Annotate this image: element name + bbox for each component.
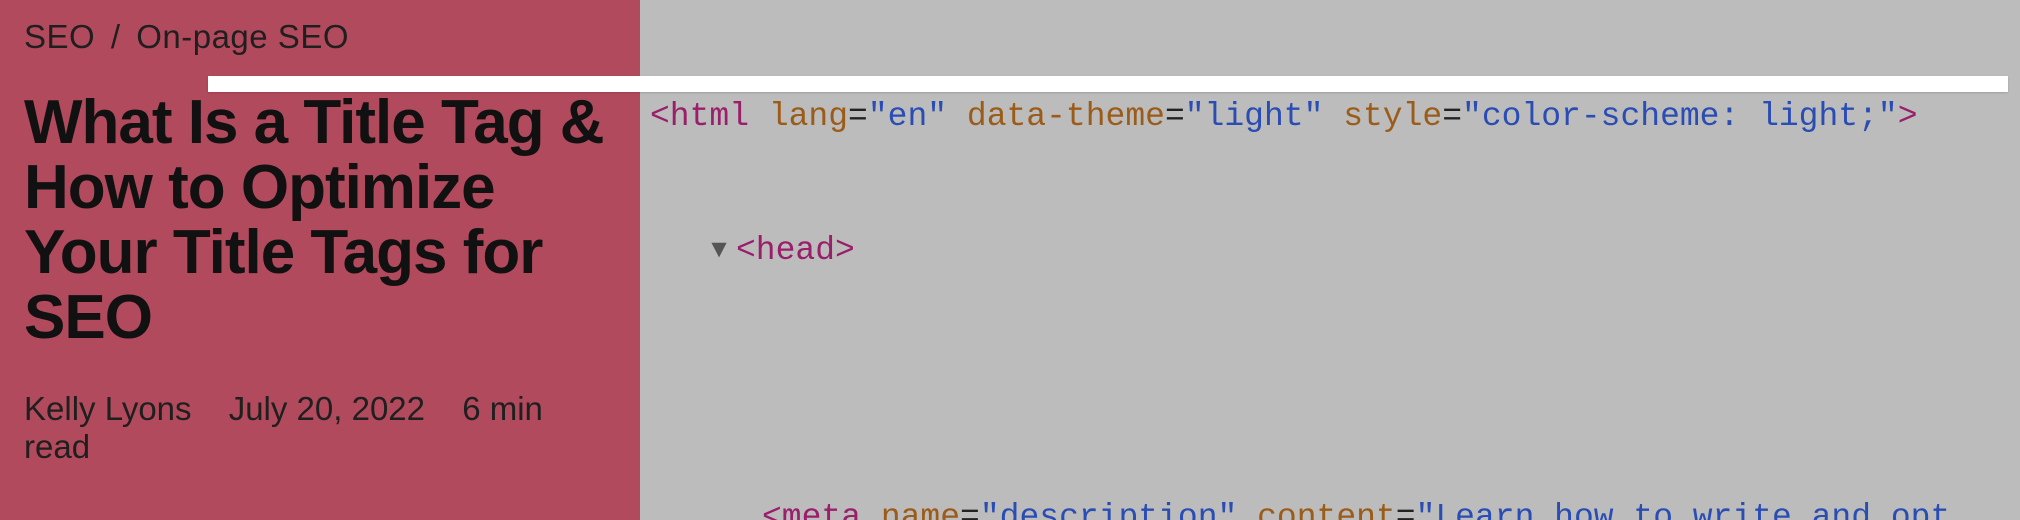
code-line-blank bbox=[650, 362, 2010, 407]
disclosure-triangle-down-icon[interactable]: ▼ bbox=[706, 233, 732, 268]
breadcrumb-current[interactable]: On-page SEO bbox=[136, 18, 349, 55]
page-title: What Is a Title Tag & How to Optimize Yo… bbox=[24, 90, 616, 350]
breadcrumb-root[interactable]: SEO bbox=[24, 18, 95, 55]
code-line-head-open[interactable]: ▼<head> bbox=[650, 229, 2010, 274]
author-name[interactable]: Kelly Lyons bbox=[24, 390, 192, 427]
article-meta: Kelly Lyons July 20, 2022 6 min read bbox=[24, 390, 616, 466]
title-tag-callout: </span><span data-name="title-tag-text-l… bbox=[208, 76, 2008, 92]
code-line-html-open[interactable]: <html lang="en" data-theme="light" style… bbox=[650, 95, 2010, 140]
publish-date: July 20, 2022 bbox=[229, 390, 425, 427]
breadcrumb[interactable]: SEO / On-page SEO bbox=[24, 18, 616, 56]
code-line-meta[interactable]: <meta name="description" content="Learn … bbox=[650, 496, 2010, 520]
breadcrumb-separator: / bbox=[111, 18, 121, 55]
